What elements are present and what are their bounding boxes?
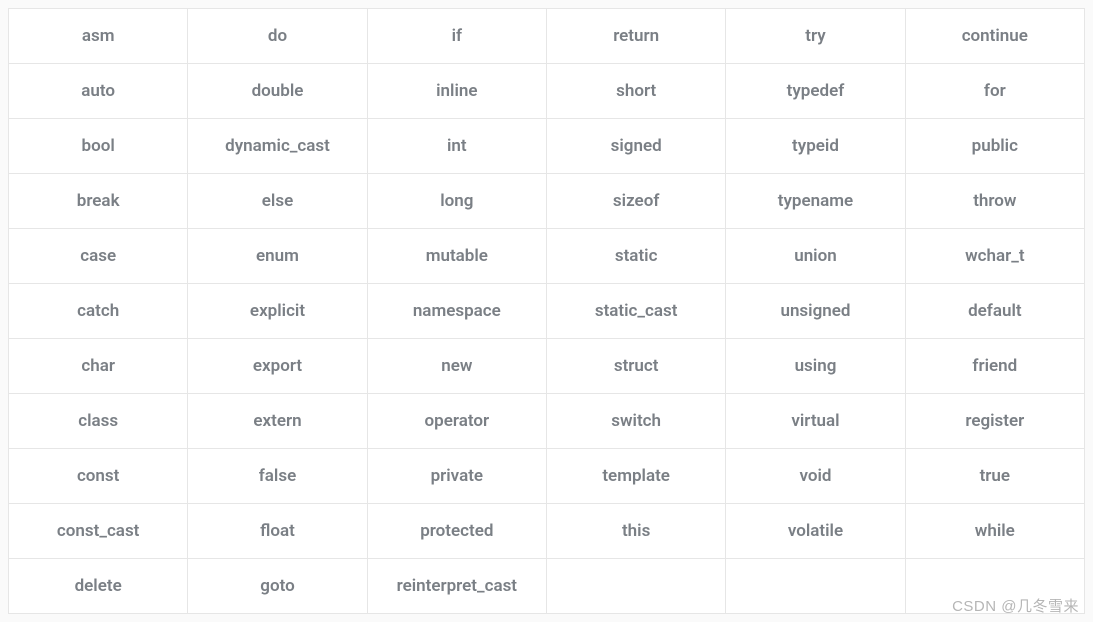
- cell: default: [905, 284, 1084, 339]
- cell: volatile: [726, 504, 905, 559]
- cell: break: [9, 174, 188, 229]
- cell: delete: [9, 559, 188, 614]
- cell: auto: [9, 64, 188, 119]
- table-row: class extern operator switch virtual reg…: [9, 394, 1085, 449]
- cell: try: [726, 9, 905, 64]
- cell: public: [905, 119, 1084, 174]
- cell-empty: [726, 559, 905, 614]
- cell: signed: [546, 119, 725, 174]
- cell: float: [188, 504, 367, 559]
- cell: int: [367, 119, 546, 174]
- cell: wchar_t: [905, 229, 1084, 284]
- table-row: case enum mutable static union wchar_t: [9, 229, 1085, 284]
- cell: short: [546, 64, 725, 119]
- cell: register: [905, 394, 1084, 449]
- cell: static_cast: [546, 284, 725, 339]
- cell: this: [546, 504, 725, 559]
- table-row: catch explicit namespace static_cast uns…: [9, 284, 1085, 339]
- table-row: break else long sizeof typename throw: [9, 174, 1085, 229]
- cell: template: [546, 449, 725, 504]
- cell: typedef: [726, 64, 905, 119]
- cell: case: [9, 229, 188, 284]
- cell: for: [905, 64, 1084, 119]
- cell: continue: [905, 9, 1084, 64]
- cell: typeid: [726, 119, 905, 174]
- cell: unsigned: [726, 284, 905, 339]
- cell: while: [905, 504, 1084, 559]
- cell: union: [726, 229, 905, 284]
- cell: operator: [367, 394, 546, 449]
- table-row: const_cast float protected this volatile…: [9, 504, 1085, 559]
- cell-empty: [905, 559, 1084, 614]
- cell: typename: [726, 174, 905, 229]
- cell: reinterpret_cast: [367, 559, 546, 614]
- cell: enum: [188, 229, 367, 284]
- cell: throw: [905, 174, 1084, 229]
- cell: double: [188, 64, 367, 119]
- cell: namespace: [367, 284, 546, 339]
- cell: using: [726, 339, 905, 394]
- cell: explicit: [188, 284, 367, 339]
- table-row: const false private template void true: [9, 449, 1085, 504]
- cell: switch: [546, 394, 725, 449]
- cell: export: [188, 339, 367, 394]
- cell-empty: [546, 559, 725, 614]
- cell: struct: [546, 339, 725, 394]
- cell: static: [546, 229, 725, 284]
- cell: const: [9, 449, 188, 504]
- cell: if: [367, 9, 546, 64]
- cell: goto: [188, 559, 367, 614]
- cell: return: [546, 9, 725, 64]
- cell: mutable: [367, 229, 546, 284]
- cell: class: [9, 394, 188, 449]
- cell: do: [188, 9, 367, 64]
- cell: asm: [9, 9, 188, 64]
- cell: protected: [367, 504, 546, 559]
- cell: void: [726, 449, 905, 504]
- cell: long: [367, 174, 546, 229]
- table-row: asm do if return try continue: [9, 9, 1085, 64]
- table-row: delete goto reinterpret_cast: [9, 559, 1085, 614]
- cell: false: [188, 449, 367, 504]
- cell: new: [367, 339, 546, 394]
- table-row: bool dynamic_cast int signed typeid publ…: [9, 119, 1085, 174]
- cell: catch: [9, 284, 188, 339]
- table-row: char export new struct using friend: [9, 339, 1085, 394]
- cell: friend: [905, 339, 1084, 394]
- cell: sizeof: [546, 174, 725, 229]
- cell: char: [9, 339, 188, 394]
- cell: extern: [188, 394, 367, 449]
- cell: true: [905, 449, 1084, 504]
- table-row: auto double inline short typedef for: [9, 64, 1085, 119]
- cell: dynamic_cast: [188, 119, 367, 174]
- cell: bool: [9, 119, 188, 174]
- cell: const_cast: [9, 504, 188, 559]
- keywords-table: asm do if return try continue auto doubl…: [8, 8, 1085, 614]
- cell: inline: [367, 64, 546, 119]
- cell: virtual: [726, 394, 905, 449]
- cell: private: [367, 449, 546, 504]
- cell: else: [188, 174, 367, 229]
